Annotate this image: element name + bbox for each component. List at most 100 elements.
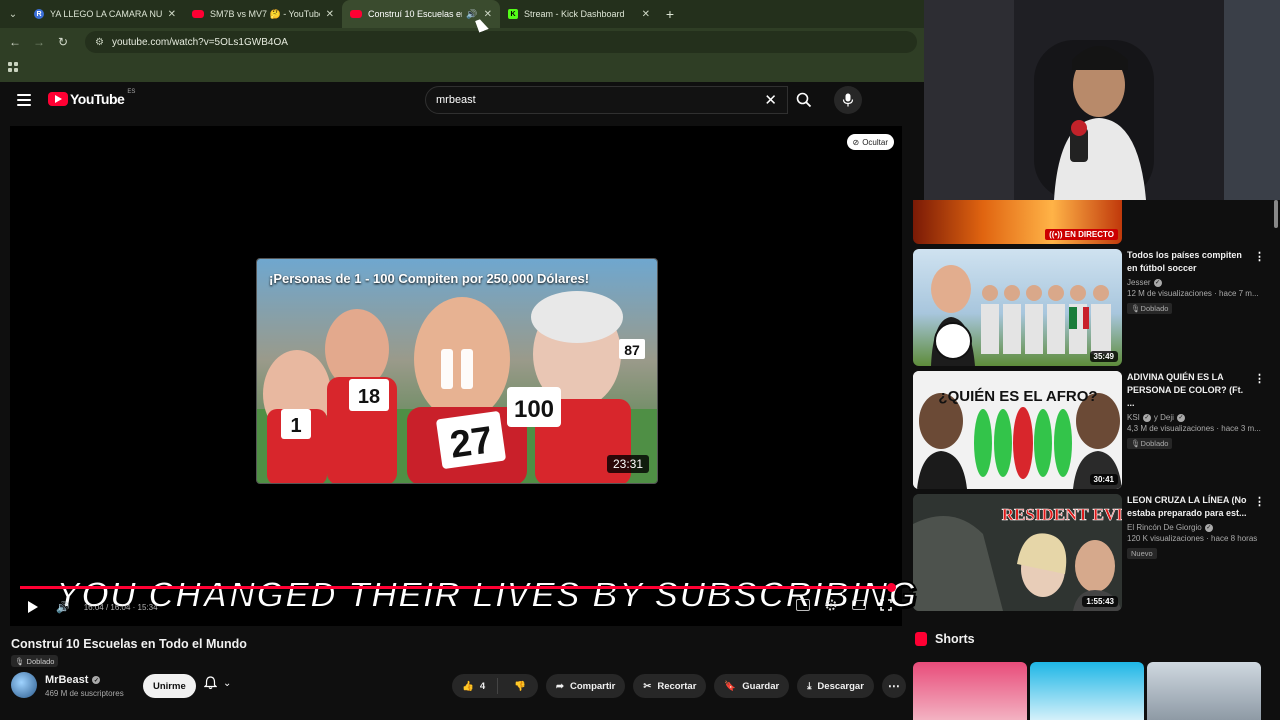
dubbed-icon: 🎙 <box>1131 439 1141 448</box>
screen: ⌄ R YA LLEGO LA CAMARA NUEVA ✕ SM7B vs M… <box>0 0 1280 720</box>
dubbed-icon: 🎙 <box>15 656 25 666</box>
site-info-icon[interactable]: ⚙ <box>95 37 104 48</box>
recommendation-image-2: RESIDENT EVIL <box>913 494 1122 611</box>
forward-icon[interactable]: → <box>27 35 51 49</box>
apps-grid-icon[interactable] <box>8 62 18 72</box>
play-icon[interactable] <box>28 601 38 613</box>
channel-avatar[interactable] <box>11 672 37 698</box>
endcard-title: ¡Personas de 1 - 100 Compiten por 250,00… <box>269 271 590 286</box>
verified-icon: ✓ <box>1176 413 1185 422</box>
logo-text: YouTube <box>70 91 125 107</box>
back-icon[interactable]: ← <box>3 35 27 49</box>
more-options-icon[interactable]: ⋮ <box>1254 372 1265 385</box>
notifications-button[interactable]: ⌄ <box>204 676 231 690</box>
tab-close-icon[interactable]: ✕ <box>326 9 334 20</box>
join-button[interactable]: Unirme <box>143 674 196 698</box>
tab-3[interactable]: K Stream - Kick Dashboard ✕ <box>500 0 658 28</box>
tab-close-icon[interactable]: ✕ <box>642 9 650 20</box>
clear-search-icon[interactable]: ✕ <box>764 91 777 109</box>
hide-endscreen-button[interactable]: ⊘ Ocultar <box>846 134 894 150</box>
short-thumbnail-0[interactable] <box>913 662 1027 720</box>
voice-search-button[interactable] <box>834 86 862 114</box>
clip-button[interactable]: ✂ Recortar <box>633 674 707 698</box>
recommendation-info-0[interactable]: Todos los países compiten en fútbol socc… <box>1127 249 1259 316</box>
scrubber-handle[interactable] <box>887 583 896 592</box>
more-actions-icon[interactable]: ⋯ <box>881 674 906 698</box>
tab-search-icon[interactable]: ⌄ <box>0 0 26 28</box>
fullscreen-icon[interactable] <box>880 599 892 611</box>
reload-icon[interactable]: ↻ <box>51 35 75 49</box>
nav-bar: ← → ↻ ⚙ youtube.com/watch?v=5OLs1GWB4OA <box>0 28 924 56</box>
video-title: Construí 10 Escuelas en Todo el Mundo <box>11 637 247 651</box>
settings-gear-icon[interactable] <box>824 598 838 612</box>
recommendation-meta: 4,3 M de visualizaciones · hace 3 m... <box>1127 424 1261 433</box>
webcam-overlay <box>924 0 1280 200</box>
search-icon <box>796 92 812 108</box>
tab-title: SM7B vs MV7 🤔 - YouTube <box>210 8 320 19</box>
recommendation-thumbnail-2[interactable]: RESIDENT EVIL 1:55:43 <box>913 494 1122 611</box>
endscreen-video-card[interactable]: 100 27 18 1 87 ¡Personas de 1 - 100 Comp… <box>256 258 658 484</box>
video-player[interactable]: ⊘ Ocultar 100 27 18 1 87 ¡Personas de 1 … <box>10 126 917 626</box>
duration-badge: 35:49 <box>1089 351 1118 362</box>
recommendation-title: Todos los países compiten en fútbol socc… <box>1127 250 1242 273</box>
thumbs-down-icon: 👎 <box>514 680 526 692</box>
recommendation-image-0 <box>931 265 1111 366</box>
endcard-duration: 23:31 <box>606 455 649 473</box>
microphone-icon <box>842 93 854 107</box>
short-thumbnail-2[interactable] <box>1147 662 1261 720</box>
search-input[interactable]: mrbeast ✕ <box>425 86 788 114</box>
svg-text:100: 100 <box>514 396 554 423</box>
live-thumbnail[interactable]: ((•)) EN DIRECTO <box>913 200 1122 244</box>
recommendation-thumbnail-0[interactable]: 35:49 <box>913 249 1122 366</box>
badge-text: Doblado <box>1140 304 1169 313</box>
download-button[interactable]: ⤓ Descargar <box>797 674 874 698</box>
recommendation-info-2[interactable]: LEON CRUZA LA LÍNEA (No estaba preparado… <box>1127 494 1258 561</box>
recommendation-channel: Jesser ✓ <box>1127 278 1252 287</box>
progress-bar[interactable] <box>20 583 896 592</box>
short-thumbnail-1[interactable] <box>1030 662 1144 720</box>
more-options-icon[interactable]: ⋮ <box>1254 495 1265 508</box>
address-bar[interactable]: ⚙ youtube.com/watch?v=5OLs1GWB4OA <box>85 31 917 53</box>
recommendation-thumbnail-1[interactable]: ¿QUIÉN ES EL AFRO? 30:41 <box>913 371 1122 489</box>
bookmarks-bar <box>0 58 924 76</box>
tab-title: Construí 10 Escuelas en Tod <box>368 9 462 19</box>
like-dislike-group: 👍 4 👎 <box>452 674 538 698</box>
new-tab-icon[interactable]: + <box>658 6 682 22</box>
recommendation-info-1[interactable]: ADIVINA QUIÉN ES LA PERSONA DE COLOR? (F… <box>1127 371 1261 451</box>
recommendation-badge: Nuevo <box>1127 548 1157 559</box>
recommendation-meta: 120 K visualizaciones · hace 8 horas <box>1127 534 1258 543</box>
tab-title: Stream - Kick Dashboard <box>524 9 625 19</box>
dislike-button[interactable]: 👎 <box>504 681 538 692</box>
tab-1[interactable]: SM7B vs MV7 🤔 - YouTube ✕ <box>184 0 342 28</box>
tab-title: YA LLEGO LA CAMARA NUEVA <box>50 9 162 19</box>
sidebar-scrollbar[interactable] <box>1274 200 1278 228</box>
share-button[interactable]: ➦ Compartir <box>545 674 626 698</box>
speaker-icon[interactable]: 🔊 <box>466 9 477 20</box>
shorts-label: Shorts <box>935 632 975 646</box>
pause-icon[interactable] <box>435 349 479 399</box>
tab-0[interactable]: R YA LLEGO LA CAMARA NUEVA ✕ <box>26 0 184 28</box>
subtitles-icon[interactable] <box>796 599 810 611</box>
save-button[interactable]: 🔖 Guardar <box>714 674 790 698</box>
bell-icon <box>204 676 217 690</box>
more-options-icon[interactable]: ⋮ <box>1254 250 1265 263</box>
youtube-favicon-icon <box>192 10 204 18</box>
badge-text: Doblado <box>1140 439 1169 448</box>
search-button[interactable] <box>788 86 820 114</box>
volume-icon[interactable]: 🔊 <box>56 601 70 614</box>
like-button[interactable]: 👍 4 <box>452 678 499 694</box>
menu-icon[interactable] <box>17 94 31 106</box>
youtube-logo[interactable]: YouTube ES <box>48 89 135 107</box>
verified-icon: ✓ <box>92 676 101 684</box>
video-actions: 👍 4 👎 ➦ Compartir ✂ Recortar 🔖 Guardar ⤓… <box>452 674 906 698</box>
thumbs-up-icon: 👍 <box>462 680 474 692</box>
eye-off-icon: ⊘ <box>852 137 860 147</box>
miniplayer-icon[interactable] <box>852 600 866 610</box>
channel-name-text: MrBeast <box>45 674 89 686</box>
bookmark-icon: 🔖 <box>724 680 737 692</box>
download-icon: ⤓ <box>807 680 812 692</box>
channel-name[interactable]: MrBeast ✓ <box>45 674 101 686</box>
like-count: 4 <box>479 680 486 692</box>
tab-close-icon[interactable]: ✕ <box>168 9 176 20</box>
download-label: Descargar <box>817 680 864 692</box>
